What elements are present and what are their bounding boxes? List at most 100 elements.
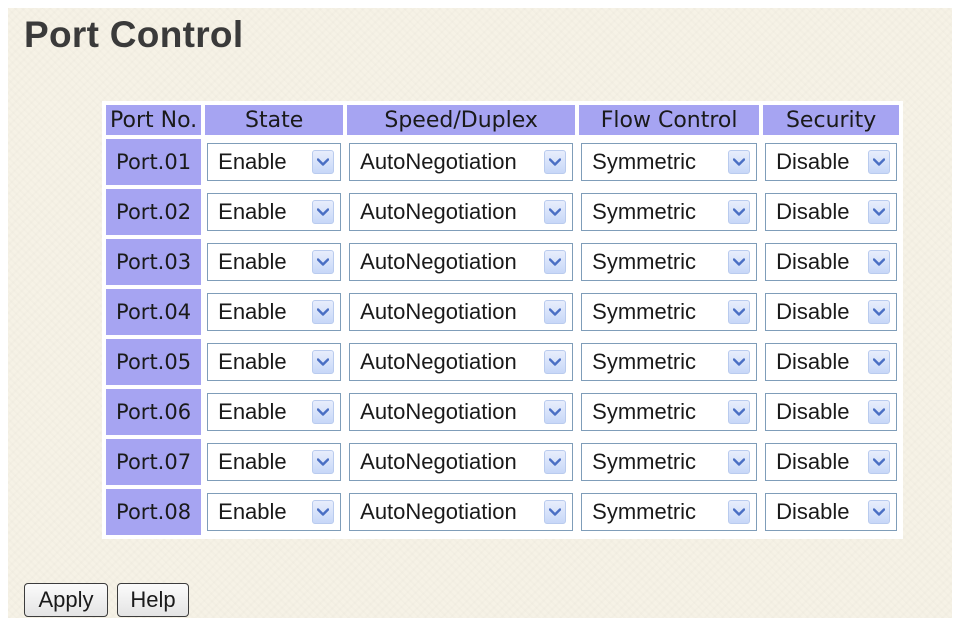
chevron-down-icon[interactable] [728,450,751,474]
table-body: Port.01 Enable AutoNegotiation Symmetric Dis… [106,139,900,535]
chevron-down-icon[interactable] [728,150,751,174]
security-select[interactable]: Disable [765,343,898,381]
chevron-down-icon[interactable] [312,200,335,224]
chevron-down-icon[interactable] [728,350,751,374]
chevron-down-icon[interactable] [544,200,567,224]
chevron-down-icon[interactable] [868,400,891,424]
chevron-down-icon[interactable] [312,500,335,524]
speed-cell: AutoNegotiation [347,439,576,485]
chevron-down-icon[interactable] [312,350,335,374]
help-button[interactable]: Help [117,583,189,617]
state-select[interactable]: Enable [207,143,342,181]
port-number-cell: Port.08 [106,489,202,535]
chevron-down-icon[interactable] [868,250,891,274]
chevron-down-icon[interactable] [868,150,891,174]
speed-duplex-select[interactable]: AutoNegotiation [349,393,574,431]
chevron-down-icon[interactable] [728,250,751,274]
state-cell: Enable [205,339,344,385]
state-cell: Enable [205,439,344,485]
state-select[interactable]: Enable [207,193,342,231]
header-flow-control: Flow Control [579,105,760,135]
flow-control-value: Symmetric [592,199,697,224]
chevron-down-icon[interactable] [312,450,335,474]
state-select[interactable]: Enable [207,293,342,331]
speed-cell: AutoNegotiation [347,489,576,535]
table-row: Port.03 Enable AutoNegotiation Symmetric Dis… [106,239,900,285]
port-number-cell: Port.05 [106,339,202,385]
security-select[interactable]: Disable [765,143,898,181]
port-control-page: Port Control Port No. State Speed/Duplex… [8,8,952,618]
state-value: Enable [218,499,287,524]
chevron-down-icon[interactable] [544,300,567,324]
speed-duplex-value: AutoNegotiation [360,399,517,424]
chevron-down-icon[interactable] [544,500,567,524]
flow-cell: Symmetric [579,439,760,485]
state-select[interactable]: Enable [207,243,342,281]
flow-cell: Symmetric [579,139,760,185]
chevron-down-icon[interactable] [544,250,567,274]
speed-duplex-value: AutoNegotiation [360,449,517,474]
flow-control-select[interactable]: Symmetric [581,443,758,481]
flow-control-value: Symmetric [592,299,697,324]
flow-control-select[interactable]: Symmetric [581,393,758,431]
chevron-down-icon[interactable] [868,300,891,324]
port-number-cell: Port.06 [106,389,202,435]
speed-duplex-select[interactable]: AutoNegotiation [349,493,574,531]
security-value: Disable [776,249,850,274]
flow-cell: Symmetric [579,489,760,535]
port-number-cell: Port.03 [106,239,202,285]
header-speed-duplex: Speed/Duplex [347,105,576,135]
state-select[interactable]: Enable [207,393,342,431]
chevron-down-icon[interactable] [312,150,335,174]
chevron-down-icon[interactable] [868,450,891,474]
security-select[interactable]: Disable [765,193,898,231]
speed-duplex-value: AutoNegotiation [360,499,517,524]
chevron-down-icon[interactable] [868,350,891,374]
flow-control-select[interactable]: Symmetric [581,193,758,231]
security-select[interactable]: Disable [765,493,898,531]
chevron-down-icon[interactable] [728,400,751,424]
chevron-down-icon[interactable] [868,200,891,224]
flow-control-select[interactable]: Symmetric [581,293,758,331]
security-value: Disable [776,149,850,174]
chevron-down-icon[interactable] [728,500,751,524]
state-cell: Enable [205,189,344,235]
speed-duplex-select[interactable]: AutoNegotiation [349,343,574,381]
speed-cell: AutoNegotiation [347,139,576,185]
apply-button[interactable]: Apply [24,583,108,617]
chevron-down-icon[interactable] [868,500,891,524]
flow-cell: Symmetric [579,339,760,385]
speed-duplex-select[interactable]: AutoNegotiation [349,143,574,181]
chevron-down-icon[interactable] [544,400,567,424]
state-select[interactable]: Enable [207,493,342,531]
chevron-down-icon[interactable] [544,150,567,174]
security-select[interactable]: Disable [765,393,898,431]
flow-cell: Symmetric [579,289,760,335]
speed-duplex-select[interactable]: AutoNegotiation [349,293,574,331]
speed-duplex-select[interactable]: AutoNegotiation [349,193,574,231]
chevron-down-icon[interactable] [544,450,567,474]
chevron-down-icon[interactable] [728,200,751,224]
flow-control-select[interactable]: Symmetric [581,343,758,381]
state-select[interactable]: Enable [207,343,342,381]
chevron-down-icon[interactable] [544,350,567,374]
speed-duplex-select[interactable]: AutoNegotiation [349,443,574,481]
chevron-down-icon[interactable] [728,300,751,324]
security-select[interactable]: Disable [765,293,898,331]
port-number-cell: Port.02 [106,189,202,235]
flow-control-select[interactable]: Symmetric [581,493,758,531]
chevron-down-icon[interactable] [312,250,335,274]
security-select[interactable]: Disable [765,443,898,481]
security-select[interactable]: Disable [765,243,898,281]
speed-duplex-select[interactable]: AutoNegotiation [349,243,574,281]
state-select[interactable]: Enable [207,443,342,481]
security-value: Disable [776,199,850,224]
flow-control-select[interactable]: Symmetric [581,243,758,281]
table-row: Port.07 Enable AutoNegotiation Symmetric Dis… [106,439,900,485]
speed-cell: AutoNegotiation [347,189,576,235]
flow-control-value: Symmetric [592,449,697,474]
flow-control-select[interactable]: Symmetric [581,143,758,181]
flow-control-value: Symmetric [592,249,697,274]
chevron-down-icon[interactable] [312,400,335,424]
chevron-down-icon[interactable] [312,300,335,324]
